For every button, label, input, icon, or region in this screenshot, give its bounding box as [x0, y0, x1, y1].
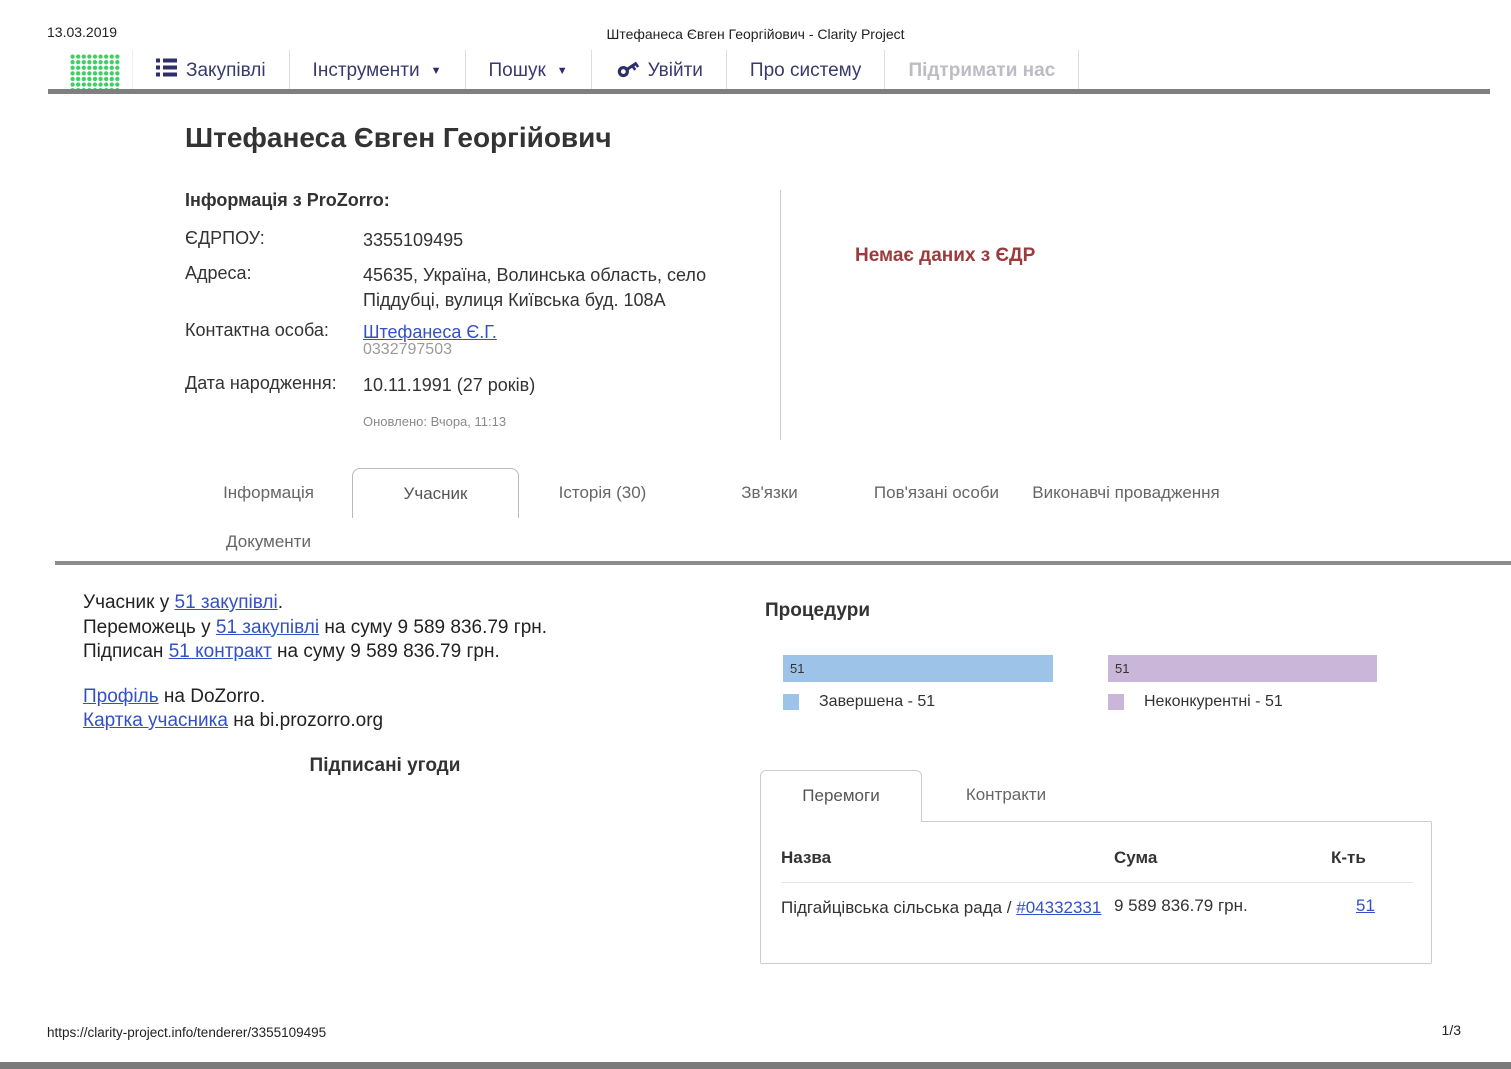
nav-item-purchases[interactable]: Закупівлі — [132, 50, 290, 91]
nav-item-tools[interactable]: Інструменти ▼ — [290, 50, 466, 91]
nav-item-label: Закупівлі — [186, 59, 266, 81]
key-icon — [615, 56, 639, 86]
nav-item-about[interactable]: Про систему — [727, 50, 886, 91]
field-value-address: 45635, Україна, Волинська область, село … — [363, 265, 707, 310]
column-header-name: Назва — [781, 848, 832, 867]
dozorro-profile-link[interactable]: Профіль — [83, 686, 159, 707]
info-vertical-divider — [780, 190, 781, 440]
legend-label: Завершена - 51 — [819, 693, 936, 710]
footer-page-number: 1/3 — [1441, 1022, 1461, 1038]
nav-item-login[interactable]: Увійти — [592, 50, 727, 91]
nav-item-label: Інструменти — [312, 59, 420, 81]
nav-item-label: Підтримати нас — [908, 59, 1056, 81]
profile-tabs: Інформація Учасник Історія (30) Зв'язки … — [185, 468, 1232, 518]
updated-timestamp: Оновлено: Вчора, 11:13 — [363, 414, 507, 429]
table-header-divider — [781, 882, 1413, 883]
bi-prozorro-card-link[interactable]: Картка учасника — [83, 710, 228, 731]
column-header-count: К-ть — [1331, 848, 1366, 867]
page: 13.03.2019 Штефанеса Євген Георгійович -… — [0, 0, 1511, 1069]
tab-information[interactable]: Інформація — [185, 468, 352, 518]
chevron-down-icon: ▼ — [556, 64, 568, 77]
buyer-code-link[interactable]: #04332331 — [1016, 898, 1101, 917]
legend-swatch-blue — [783, 694, 799, 710]
footer-url: https://clarity-project.info/tenderer/33… — [47, 1025, 327, 1040]
tab-wins[interactable]: Перемоги — [760, 770, 922, 822]
bar-value-label: 51 — [790, 661, 805, 676]
page-bottom-bar — [0, 1062, 1511, 1069]
summary-line-bi-prozorro: Картка учасника на bi.prozorro.org — [83, 710, 384, 731]
table-row-name: Підгайцівська сільська рада / #04332331 — [781, 898, 1102, 917]
summary-line-winner: Переможець у 51 закупівлі на суму 9 589 … — [83, 616, 548, 638]
legend-swatch-purple — [1108, 694, 1124, 710]
contact-person-link[interactable]: Штефанеса Є.Г. — [363, 322, 497, 342]
field-label-contact: Контактна особа: — [185, 320, 329, 340]
column-header-sum: Сума — [1114, 848, 1158, 867]
table-row-count: 51 — [1356, 896, 1375, 916]
nav-item-support-us[interactable]: Підтримати нас — [885, 50, 1080, 91]
purchases-count-link[interactable]: 51 закупівлі — [175, 592, 278, 613]
print-title: Штефанеса Євген Георгійович - Clarity Pr… — [606, 26, 905, 42]
tab-participant[interactable]: Учасник — [352, 468, 519, 518]
prozorro-info-title: Інформація з ProZorro: — [185, 190, 390, 210]
navbar: Закупівлі Інструменти ▼ Пошук ▼ Увійти П… — [48, 50, 1080, 91]
edr-status-message: Немає даних з ЄДР — [855, 245, 1036, 266]
field-value-birthdate: 10.11.1991 (27 років) — [363, 375, 536, 395]
completed-procedures-bar: 51 — [783, 655, 1053, 682]
summary-line-contracts: Підписан 51 контракт на суму 9 589 836.7… — [83, 641, 500, 662]
nav-item-search[interactable]: Пошук ▼ — [466, 50, 592, 91]
nav-item-label: Пошук — [488, 59, 546, 81]
tab-history[interactable]: Історія (30) — [519, 468, 686, 518]
table-row-sum: 9 589 836.79 грн. — [1114, 896, 1248, 915]
list-icon — [156, 58, 177, 83]
page-title: Штефанеса Євген Георгійович — [185, 122, 612, 153]
nav-item-label: Про систему — [749, 59, 862, 81]
tab-contracts[interactable]: Контракти — [922, 770, 1090, 820]
wins-table-panel: Назва Сума К-ть Підгайцівська сільська р… — [760, 821, 1432, 964]
legend-completed: Завершена - 51 — [783, 693, 935, 711]
noncompetitive-procedures-bar: 51 — [1108, 655, 1377, 682]
nav-underline — [48, 89, 1490, 94]
clarity-logo-icon[interactable] — [70, 53, 120, 90]
summary-line-dozorro: Профіль на DoZorro. — [83, 685, 266, 707]
contact-phone: 0332797503 — [363, 341, 452, 358]
row-count-link[interactable]: 51 — [1356, 896, 1375, 915]
participant-summary: Учасник у 51 закупівлі. Переможець у 51 … — [83, 591, 547, 734]
field-value-edrpou: 3355109495 — [363, 230, 464, 250]
legend-label: Неконкурентні - 51 — [1144, 693, 1283, 710]
procedures-title: Процедури — [765, 600, 871, 621]
tab-enforcement[interactable]: Виконавчі провадження — [1020, 468, 1232, 518]
nav-item-label: Увійти — [647, 59, 703, 81]
tab-documents[interactable]: Документи — [185, 528, 352, 556]
field-label-address: Адреса: — [185, 263, 252, 283]
summary-line-participant: Учасник у 51 закупівлі. — [83, 592, 283, 613]
chevron-down-icon: ▼ — [430, 64, 442, 77]
legend-noncompetitive: Неконкурентні - 51 — [1108, 693, 1283, 711]
tab-connections[interactable]: Зв'язки — [686, 468, 853, 518]
bar-value-label: 51 — [1115, 661, 1130, 676]
contracts-count-link[interactable]: 51 контракт — [169, 641, 272, 662]
section-divider — [55, 561, 1511, 565]
field-label-edrpou: ЄДРПОУ: — [185, 228, 265, 248]
tab-related-persons[interactable]: Пов'язані особи — [853, 468, 1020, 518]
field-label-birthdate: Дата народження: — [185, 373, 337, 393]
signed-agreements-title: Підписані угоди — [309, 755, 461, 776]
wins-count-link[interactable]: 51 закупівлі — [216, 617, 319, 638]
